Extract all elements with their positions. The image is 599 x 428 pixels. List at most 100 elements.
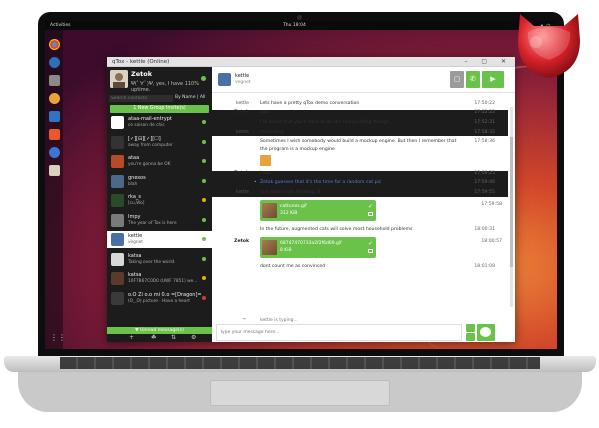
contact-avatar[interactable] — [218, 73, 231, 86]
profile-name[interactable]: Zetok — [131, 70, 152, 78]
file-transfer-bubble[interactable]: cattunes.gif 312 KiB ✓ — [260, 200, 376, 221]
contact-status: [cu,Wo] — [128, 201, 145, 206]
contact-avatar[interactable] — [111, 291, 124, 305]
contact-item[interactable]: kettle vegnet — [107, 231, 212, 248]
video-call-button[interactable]: ▢ — [450, 71, 464, 88]
contact-item[interactable]: katsa 10F7B67C0D0 (UWF 7851) we... — [107, 270, 212, 287]
file-name: 68747470733a2f2f6d69.gif — [280, 241, 342, 246]
contact-avatar[interactable] — [111, 155, 124, 168]
send-button[interactable] — [477, 324, 495, 341]
contact-avatar[interactable] — [111, 272, 124, 285]
file-size: 8 KiB — [280, 248, 292, 253]
message-text: Sometimes I wish somebody would build a … — [260, 139, 457, 144]
message-author: Zetok — [234, 110, 249, 115]
clock[interactable]: Thu 18:04 — [283, 23, 306, 28]
contact-name: katsa — [128, 272, 142, 278]
contact-name: gnesos — [128, 174, 146, 181]
message-text: just what I was thinking :9 — [260, 190, 321, 195]
contact-avatar[interactable] — [111, 252, 124, 266]
qtox-main-window: qTox - kettle (Online) – ▢ ✕ Zetok Ψ(ﾟ∀ﾟ… — [107, 57, 515, 342]
group-invite-button[interactable]: 1 New Group Invite(s) — [110, 105, 209, 113]
message-time: 17:52:31 — [474, 120, 495, 125]
sort-filter[interactable]: By Name | All — [175, 95, 205, 100]
profile-status[interactable]: Ψ(ﾟ∀ﾟ)Ψ, yes, I have 110% uptime. — [131, 80, 212, 93]
sidebar-toolbar: + ☘ ⇅ ⚙ — [107, 334, 212, 342]
software-icon[interactable] — [49, 129, 60, 140]
message-time: 17:59:58 — [481, 202, 502, 207]
file-thumbnail[interactable] — [262, 240, 277, 255]
contact-avatar[interactable] — [111, 194, 124, 207]
touchpad[interactable] — [210, 380, 390, 406]
message-author: kettle — [235, 101, 249, 106]
audio-call-icon[interactable]: ✆ — [466, 71, 480, 88]
help-icon[interactable] — [49, 147, 60, 158]
profile-header[interactable]: Zetok Ψ(ﾟ∀ﾟ)Ψ, yes, I have 110% uptime. — [107, 67, 212, 93]
settings-icon[interactable]: ⚙ — [191, 334, 196, 342]
video-icon[interactable]: ▶ — [482, 71, 504, 88]
contact-item[interactable]: [✓][⊟][✓][☐] away from computer — [107, 134, 212, 151]
scrollbar-thumb[interactable] — [510, 137, 513, 267]
contact-status: ce saison de chic — [128, 123, 165, 128]
message-time: 17:59:25 — [474, 171, 495, 176]
status-dot-icon — [202, 237, 206, 241]
contact-item[interactable]: ataa-mail-entrypt ce saison de chic — [107, 114, 212, 131]
contact-item[interactable]: o.O Zi o.o mi 0.o =[Dragon]= (ʘ‿ʘ) pictur… — [107, 290, 212, 307]
window-titlebar[interactable]: qTox - kettle (Online) – ▢ ✕ — [107, 57, 515, 67]
contact-avatar[interactable] — [111, 233, 124, 246]
contact-status: Taking over the world. — [128, 259, 176, 265]
status-dot-icon — [202, 139, 206, 144]
message-author: Zetok — [234, 171, 249, 176]
search-input[interactable] — [109, 95, 173, 102]
file-thumbnail[interactable] — [262, 203, 277, 218]
status-dot-icon — [202, 217, 206, 222]
contact-avatar[interactable] — [111, 174, 124, 188]
add-friend-icon[interactable]: + — [129, 334, 134, 342]
chrome-icon[interactable] — [49, 39, 60, 50]
emoji-sticker-icon — [260, 155, 271, 166]
contact-avatar[interactable] — [111, 135, 124, 149]
rhythmbox-icon[interactable] — [49, 93, 60, 104]
thunderbird-icon[interactable] — [49, 57, 60, 68]
laptop-stage: Activities Thu 18:04 ▾ ⏻ ⋮⋮ qTox - kettl… — [0, 0, 599, 428]
action-star-icon: • — [254, 180, 257, 185]
contact-item[interactable]: gnesos blah — [107, 173, 212, 190]
status-online-icon[interactable] — [201, 76, 206, 81]
open-folder-icon[interactable] — [368, 212, 373, 216]
transfers-icon[interactable]: ⇅ — [171, 334, 176, 342]
contact-name: ataa — [128, 155, 140, 161]
contact-status: The year of Tox is here — [128, 220, 177, 226]
contact-item[interactable]: Impy The year of Tox is here — [107, 212, 212, 229]
attach-file-button[interactable] — [466, 333, 475, 341]
message-text: Lets have a pretty qTox demo conversatio… — [260, 101, 360, 106]
app-grid-icon[interactable]: ⋮⋮ — [50, 333, 66, 342]
status-dot-icon — [202, 198, 206, 202]
window-title: qTox - kettle (Online) — [112, 59, 170, 65]
profile-avatar[interactable] — [110, 70, 128, 88]
group-icon[interactable]: ☘ — [151, 334, 156, 342]
message-input[interactable] — [216, 324, 462, 341]
amazon-icon[interactable] — [49, 165, 60, 176]
writer-icon[interactable] — [49, 111, 60, 122]
status-dot-icon — [202, 120, 206, 124]
message-time: 17:59:55 — [474, 190, 495, 195]
files-icon[interactable] — [49, 75, 60, 86]
open-folder-icon[interactable] — [368, 249, 373, 253]
contact-avatar[interactable] — [111, 213, 124, 227]
contact-item[interactable]: rka_s [cu,Wo] — [107, 192, 212, 209]
message-text: sure — [260, 110, 270, 115]
contact-sidebar: Zetok Ψ(ﾟ∀ﾟ)Ψ, yes, I have 110% uptime. … — [107, 67, 212, 342]
message-time: 17:52:22 — [474, 110, 495, 115]
file-transfer-bubble[interactable]: 68747470733a2f2f6d69.gif 8 KiB ✓ — [260, 237, 376, 258]
emoji-button[interactable] — [466, 324, 475, 332]
chat-scrollbar[interactable] — [510, 107, 513, 307]
keyboard — [60, 357, 540, 369]
message-author: kettle — [235, 190, 249, 195]
activities-button[interactable]: Activities — [50, 23, 71, 28]
contact-status: vegnet — [128, 240, 143, 245]
unread-messages-button[interactable]: ▼ Unread message(s) — [107, 327, 212, 334]
window-controls[interactable]: – ▢ ✕ — [464, 58, 512, 65]
contact-avatar[interactable] — [111, 116, 124, 129]
contact-item[interactable]: katsa Taking over the world. — [107, 251, 212, 268]
contact-item[interactable]: ataa you're gonna be OK — [107, 153, 212, 170]
chat-contact-name: kettle — [235, 73, 250, 79]
